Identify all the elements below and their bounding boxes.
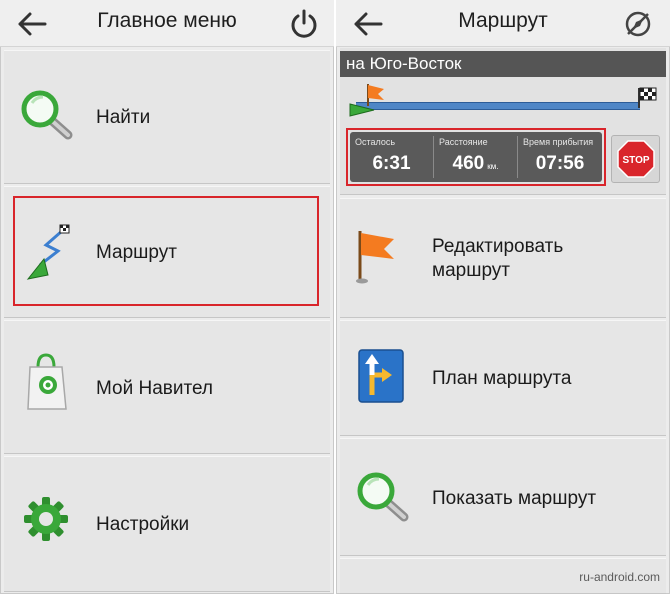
stop-sign-icon: STOP <box>617 140 655 178</box>
power-icon[interactable] <box>288 8 320 40</box>
main-menu-panel: Главное меню Найти Маршрут Мой Навител Н… <box>0 0 334 594</box>
menu-item-label-line1: Редактировать <box>432 236 564 257</box>
menu-item-settings[interactable]: Настройки <box>4 456 330 592</box>
back-arrow-icon[interactable] <box>16 8 48 40</box>
compass-off-icon[interactable] <box>622 8 654 40</box>
back-arrow-icon[interactable] <box>352 8 384 40</box>
route-menu-header: Маршрут <box>336 0 670 47</box>
start-flag-icon <box>349 84 384 117</box>
watermark: ru-android.com <box>579 570 660 584</box>
highlight-frame <box>13 196 319 306</box>
page-title: Главное меню <box>97 9 237 32</box>
page-title: Маршрут <box>458 9 548 32</box>
route-progress-bar <box>356 102 640 110</box>
menu-item-label: Показать маршрут <box>432 488 597 509</box>
magnifier-icon <box>357 472 409 522</box>
menu-item-edit-route[interactable]: Редактировать маршрут <box>340 198 666 318</box>
menu-item-label: План маршрута <box>432 368 572 389</box>
menu-item-find[interactable]: Найти <box>4 50 330 184</box>
magnifier-icon <box>21 90 73 140</box>
route-summary: на Юго-Восток Осталось 6:31 Расстояние 4… <box>340 48 666 195</box>
stop-button[interactable]: STOP <box>611 135 660 183</box>
menu-item-route-plan[interactable]: План маршрута <box>340 320 666 436</box>
menu-item-label: Найти <box>96 107 151 128</box>
gear-icon <box>24 497 68 541</box>
highlight-frame <box>346 128 606 186</box>
route-menu-panel: Маршрут на Юго-Восток Осталось 6:31 Расс… <box>336 0 670 594</box>
menu-item-label-line2: маршрут <box>432 260 510 281</box>
menu-item-my-navitel[interactable]: Мой Навител <box>4 320 330 454</box>
turn-sign-icon <box>358 349 404 403</box>
main-menu-header: Главное меню <box>0 0 334 47</box>
stop-label: STOP <box>622 155 649 166</box>
orange-flag-icon <box>356 231 394 284</box>
shopping-bag-icon <box>27 353 67 410</box>
menu-item-label: Мой Навител <box>96 378 214 399</box>
finish-flag-icon <box>638 87 657 108</box>
menu-item-show-route[interactable]: Показать маршрут <box>340 438 666 556</box>
direction-bar: на Юго-Восток <box>340 51 666 77</box>
menu-item-label: Настройки <box>96 514 190 535</box>
